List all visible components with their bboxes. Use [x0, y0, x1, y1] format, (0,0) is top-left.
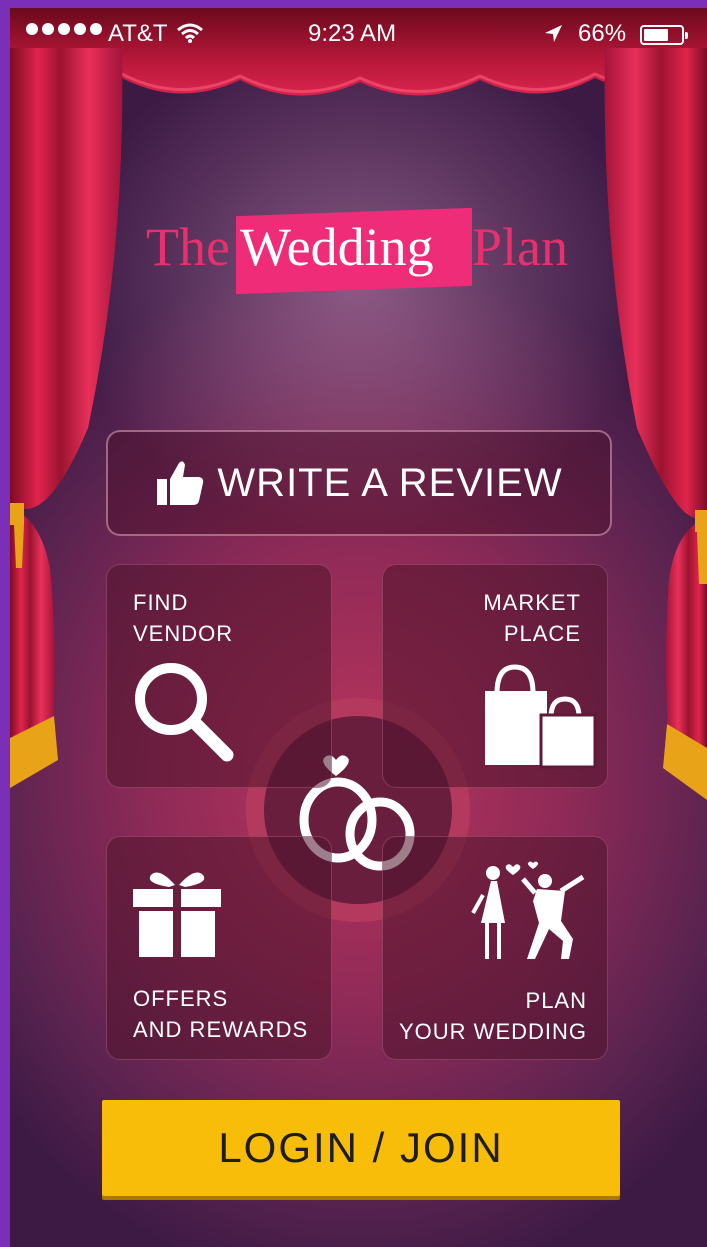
battery-icon: [640, 25, 688, 45]
magnifier-icon: [135, 663, 234, 762]
thumbs-up-icon: [157, 461, 204, 505]
write-review-label: WRITE A REVIEW: [217, 460, 563, 505]
offers-label-line1: OFFERS: [133, 986, 229, 1011]
market-place-tile[interactable]: MARKET PLACE: [382, 564, 608, 788]
plan-wedding-tile[interactable]: PLAN YOUR WEDDING: [382, 836, 608, 1060]
gift-icon: [133, 872, 221, 957]
right-curtain: [604, 48, 707, 800]
plan-label-line2: YOUR WEDDING: [399, 1019, 587, 1044]
status-time: 9:23 AM: [308, 20, 397, 47]
offers-label-line2: AND REWARDS: [133, 1017, 309, 1042]
market-place-label-line2: PLACE: [503, 621, 581, 646]
app-logo: The Wedding Plan: [140, 207, 590, 298]
app-screen: AT&T 9:23 AM 66% The Wedding Plan WRITE …: [10, 8, 707, 1247]
signal-strength-icon: [26, 23, 102, 35]
wifi-icon: [177, 23, 203, 43]
logo-text-wedding: Wedding: [240, 217, 434, 277]
login-join-button[interactable]: LOGIN / JOIN: [102, 1100, 620, 1196]
logo-text-plan: Plan: [472, 217, 569, 277]
couple-icon: [471, 861, 585, 959]
shopping-bags-icon: [485, 664, 597, 769]
login-join-label: LOGIN / JOIN: [218, 1124, 504, 1171]
write-review-button[interactable]: WRITE A REVIEW: [106, 430, 612, 536]
carrier-name: AT&T: [108, 20, 168, 47]
logo-text-the: The: [146, 217, 230, 277]
find-vendor-label-line1: FIND: [133, 590, 189, 615]
location-arrow-icon: [545, 25, 562, 42]
battery-percent: 66%: [578, 20, 627, 47]
find-vendor-label-line2: VENDOR: [133, 621, 234, 646]
find-vendor-tile[interactable]: FIND VENDOR: [106, 564, 332, 788]
plan-label-line1: PLAN: [525, 988, 587, 1013]
offers-rewards-tile[interactable]: OFFERS AND REWARDS: [106, 836, 332, 1060]
market-place-label-line1: MARKET: [483, 590, 581, 615]
status-bar: AT&T 9:23 AM 66%: [10, 8, 707, 64]
